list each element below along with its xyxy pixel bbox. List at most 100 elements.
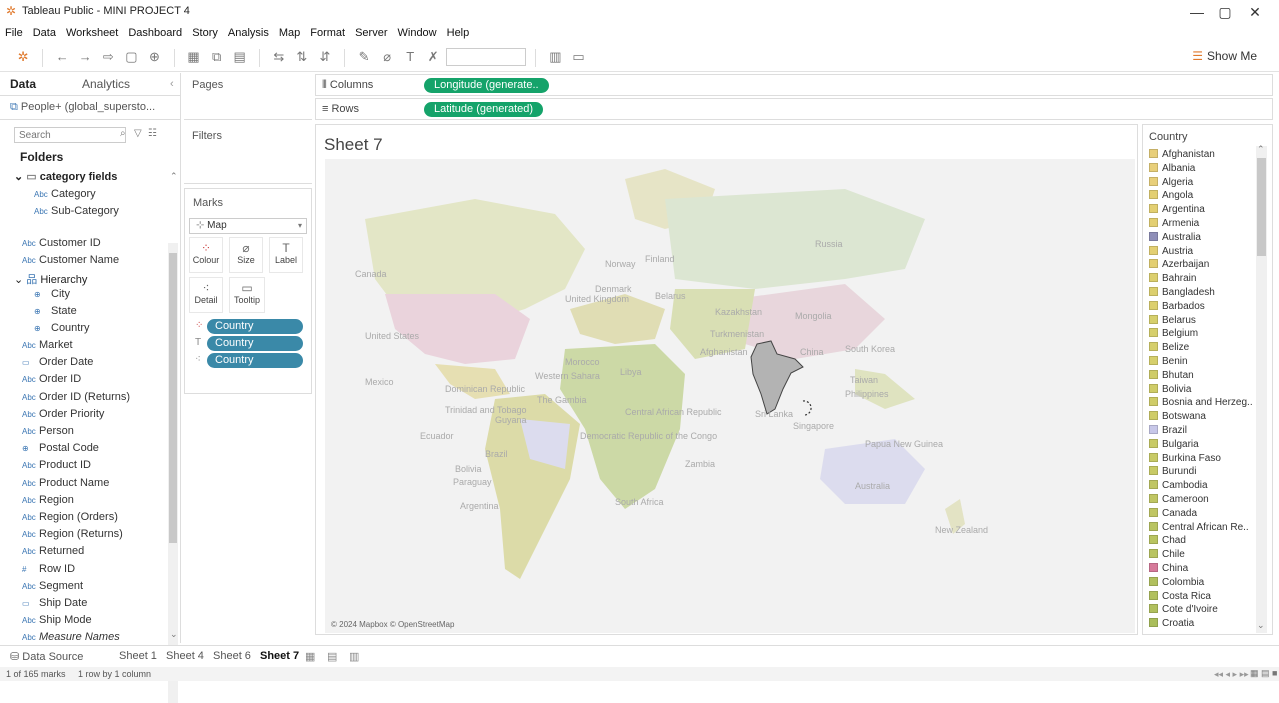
field-region-orders[interactable]: Abc Region (Orders) [22, 511, 118, 523]
scrollbar-thumb[interactable] [1257, 158, 1266, 256]
field-order-id-returns[interactable]: Abc Order ID (Returns) [22, 391, 130, 403]
colour-button[interactable]: ⁘ Colour [189, 237, 223, 273]
field-ship-mode[interactable]: Abc Ship Mode [22, 614, 92, 626]
fix-axes-icon[interactable]: ✗ [423, 47, 443, 67]
tab-data-source[interactable]: ⛁ Data Source [10, 650, 83, 663]
presentation-mode-icon[interactable]: ▭ [569, 47, 589, 67]
sort-ascending-icon[interactable]: ⇅ [292, 47, 312, 67]
legend-item[interactable]: Armenia [1149, 218, 1199, 231]
view-toggle-icon[interactable]: ▦ ▤ ■ [1250, 668, 1277, 679]
replay-icon[interactable]: ⇨ [98, 47, 118, 67]
legend-item[interactable]: Bolivia [1149, 383, 1191, 397]
menu-format[interactable]: Format [305, 24, 350, 39]
legend-item[interactable]: Cote d'Ivoire [1149, 604, 1218, 617]
menu-story[interactable]: Story [187, 24, 223, 39]
folder-category-fields[interactable]: ⌄ ▭ category fields [14, 170, 117, 183]
scroll-up-icon[interactable]: ⌃ [1257, 144, 1265, 155]
scroll-down-icon[interactable]: ⌄ [170, 629, 178, 640]
show-me-button[interactable]: ☰ Show Me [1192, 49, 1257, 63]
highlight-icon[interactable]: ✎ [354, 47, 374, 67]
legend-item[interactable]: Austria [1149, 245, 1193, 259]
menu-file[interactable]: File [0, 24, 28, 39]
legend-item[interactable]: Burundi [1149, 466, 1196, 479]
field-order-priority[interactable]: Abc Order Priority [22, 408, 104, 420]
field-product-id[interactable]: Abc Product ID [22, 459, 91, 471]
close-button[interactable]: ✕ [1238, 2, 1272, 22]
search-icon[interactable]: ⌕ [120, 128, 126, 139]
legend-item[interactable]: Bosnia and Herzeg.. [1149, 397, 1253, 410]
show-cards-icon[interactable]: ▥ [545, 47, 565, 67]
legend-item[interactable]: Azerbaijan [1149, 259, 1209, 272]
field-ship-date[interactable]: ▭ Ship Date [22, 597, 87, 609]
mark-type-dropdown[interactable]: ⊹ Map ▾ [189, 218, 307, 234]
tab-sheet-7[interactable]: Sheet 7 [260, 650, 299, 662]
legend-item[interactable]: Benin [1149, 356, 1188, 369]
legend-item[interactable]: Bulgaria [1149, 438, 1199, 452]
scroll-up-icon[interactable]: ⌃ [170, 171, 178, 182]
menu-help[interactable]: Help [442, 24, 475, 39]
legend-item[interactable]: Bahrain [1149, 273, 1196, 286]
legend-item[interactable]: Albania [1149, 162, 1195, 176]
datasource-item[interactable]: ⧉ People+ (global_supersto... [10, 101, 155, 114]
legend-item[interactable]: Bhutan [1149, 369, 1194, 383]
scrollbar-thumb[interactable] [169, 253, 177, 543]
legend-item[interactable]: Australia [1149, 231, 1201, 245]
field-postal-code[interactable]: ⊕ Postal Code [22, 442, 99, 454]
group-icon[interactable]: ⌀ [377, 47, 397, 67]
tab-data[interactable]: Data [10, 77, 36, 91]
label-button[interactable]: T Label [269, 237, 303, 273]
field-person[interactable]: Abc Person [22, 425, 74, 437]
map-view[interactable]: Russia Canada Norway Finland Denmark United K… [325, 159, 1135, 633]
field-customer-id[interactable]: Abc Customer ID [22, 237, 101, 249]
legend-item[interactable]: Canada [1149, 507, 1197, 521]
field-row-id[interactable]: # Row ID [22, 563, 75, 575]
new-dashboard-icon[interactable]: ▤ [327, 650, 337, 663]
clear-sheet-icon[interactable]: ▤ [230, 47, 250, 67]
tableau-icon[interactable]: ✲ [13, 47, 33, 67]
new-worksheet-icon[interactable]: ▦ [305, 650, 315, 663]
tooltip-button[interactable]: ▭ Tooltip [229, 277, 265, 313]
legend-item[interactable]: Colombia [1149, 576, 1204, 590]
field-measure-names[interactable]: Abc Measure Names [22, 631, 120, 643]
save-icon[interactable]: ▢ [121, 47, 141, 67]
field-returned[interactable]: Abc Returned [22, 545, 84, 557]
new-datasource-icon[interactable]: ⊕ [144, 47, 164, 67]
field-order-id[interactable]: Abc Order ID [22, 373, 81, 385]
legend-item[interactable]: Angola [1149, 190, 1193, 203]
legend-item[interactable]: Belarus [1149, 314, 1196, 328]
legend-item[interactable]: Barbados [1149, 300, 1205, 314]
rows-shelf[interactable]: ≡ Rows Latitude (generated) [315, 98, 1273, 120]
new-story-icon[interactable]: ▥ [349, 650, 359, 663]
scroll-down-icon[interactable]: ⌄ [1257, 620, 1265, 631]
legend-item[interactable]: Central African Re.. [1149, 521, 1249, 535]
legend-item[interactable]: Afghanistan [1149, 149, 1215, 162]
collapse-pane-icon[interactable]: ‹ [170, 78, 174, 90]
menu-window[interactable]: Window [393, 24, 442, 39]
country-colour-pill[interactable]: Country [207, 319, 303, 334]
field-customer-name[interactable]: Abc Customer Name [22, 254, 119, 266]
pages-card[interactable]: Pages [184, 73, 312, 120]
field-category[interactable]: Abc Category [34, 188, 96, 200]
redo-icon[interactable]: → [75, 47, 95, 67]
legend-scrollbar[interactable]: ⌃ ⌄ [1256, 144, 1267, 633]
view-options-icon[interactable]: ☷ [148, 128, 157, 139]
legend-item[interactable]: Brazil [1149, 425, 1187, 438]
menu-analysis[interactable]: Analysis [223, 24, 274, 39]
legend-item[interactable]: China [1149, 563, 1188, 576]
duplicate-sheet-icon[interactable]: ⧉ [207, 47, 227, 67]
tab-sheet-6[interactable]: Sheet 6 [213, 650, 251, 662]
tab-sheet-4[interactable]: Sheet 4 [166, 650, 204, 662]
detail-button[interactable]: ⁖ Detail [189, 277, 223, 313]
legend-item[interactable]: Cameroon [1149, 494, 1209, 507]
latitude-pill[interactable]: Latitude (generated) [424, 102, 544, 117]
tab-sheet-1[interactable]: Sheet 1 [119, 650, 157, 662]
new-worksheet-icon[interactable]: ▦ [184, 47, 204, 67]
legend-item[interactable]: Costa Rica [1149, 590, 1211, 604]
legend-item[interactable]: Argentina [1149, 204, 1205, 217]
country-detail-pill[interactable]: Country [207, 353, 303, 368]
field-segment[interactable]: Abc Segment [22, 580, 83, 592]
field-order-date[interactable]: ▭ Order Date [22, 356, 93, 368]
legend-item[interactable]: Belize [1149, 342, 1189, 355]
legend-item[interactable]: Burkina Faso [1149, 452, 1221, 466]
legend-item[interactable]: Algeria [1149, 176, 1193, 190]
